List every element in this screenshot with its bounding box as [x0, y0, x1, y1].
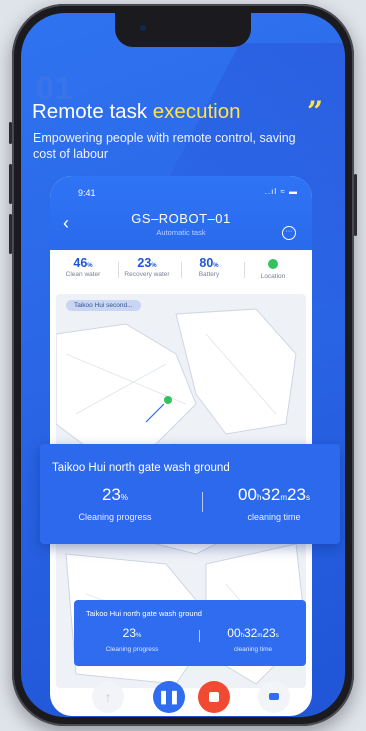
arrow-up-icon[interactable]: ↑ [92, 681, 124, 713]
divider [118, 262, 119, 278]
stat-battery: 80% Battery [186, 256, 232, 278]
hero-title: Remote task execution [32, 100, 241, 124]
hero-title-highlight: execution [152, 100, 241, 123]
stat-label: Location [260, 273, 286, 280]
robot-position-marker [164, 396, 172, 404]
cleaning-time-value: 00h32m23s [208, 485, 340, 505]
stat-label: Battery [198, 271, 220, 278]
stat-recovery-water: 23% Recovery water [124, 256, 170, 278]
stop-square [209, 691, 219, 702]
app-header: 9:41 ..ıl ≈ ▬ ‹ GS–ROBOT–01 Automatic ta… [50, 176, 312, 250]
task-title: Taikoo Hui north gate wash ground [52, 462, 230, 474]
front-camera [140, 25, 146, 31]
cleaning-progress-value: 23% [74, 626, 190, 640]
time-seconds-unit: s [275, 633, 279, 639]
stat-value: 23 [137, 256, 152, 270]
camera-icon[interactable] [258, 681, 290, 713]
robot-stats: 46% Clean water 23% Recovery water 80% B… [50, 252, 312, 290]
time-seconds: 23 [287, 485, 306, 504]
phone-volume-up-button [9, 164, 12, 204]
time-hours: 00 [227, 626, 241, 640]
time-seconds-unit: s [305, 493, 310, 502]
status-time: 9:41 [78, 188, 96, 198]
time-minutes-unit: m [280, 493, 288, 502]
map-room [56, 323, 197, 455]
status-icons: ..ıl ≈ ▬ [264, 187, 298, 196]
cleaning-progress-label: Cleaning progress [105, 646, 159, 653]
pause-icon[interactable]: ❚❚ [153, 681, 185, 713]
time-minutes: 32 [261, 485, 281, 504]
map-room [175, 308, 297, 435]
phone-volume-down-button [9, 214, 12, 254]
task-card-large: Taikoo Hui north gate wash ground 23% Cl… [40, 444, 340, 544]
stat-value: 80 [199, 256, 214, 270]
location-chip[interactable]: Taikoo Hui second... [66, 300, 141, 311]
divider [181, 262, 182, 278]
location-chip-label: Taikoo Hui second... [74, 302, 133, 309]
task-card-small: Taikoo Hui north gate wash ground 23% Cl… [74, 600, 306, 666]
quote-icon: ” [307, 95, 324, 128]
stat-unit: % [213, 263, 219, 269]
phone-notch [115, 13, 251, 47]
hero-title-main: Remote task [32, 100, 148, 123]
cleaning-time-value: 00h32m23s [200, 626, 306, 640]
stat-location[interactable]: Location [250, 256, 296, 280]
stat-value: 46 [73, 256, 88, 270]
camera-body [269, 693, 279, 701]
progress-unit: % [120, 493, 129, 502]
hero-subtitle: Empowering people with remote control, s… [33, 131, 296, 161]
stat-unit: % [87, 263, 93, 269]
stat-clean-water: 46% Clean water [60, 256, 106, 278]
more-icon[interactable]: ··· [282, 226, 296, 240]
robot-name: GS–ROBOT–01 [131, 211, 231, 226]
time-minutes: 32 [243, 626, 258, 640]
cleaning-progress-label: Cleaning progress [78, 512, 152, 522]
stat-unit: % [151, 263, 157, 269]
time-seconds: 23 [262, 626, 276, 640]
location-pin-icon [268, 259, 278, 269]
stat-label: Recovery water [124, 271, 170, 278]
phone-power-button [354, 174, 357, 236]
stat-label: Clean water [65, 271, 101, 278]
progress-number: 23 [101, 485, 121, 504]
progress-number: 23 [122, 626, 136, 640]
stop-icon[interactable] [198, 681, 230, 713]
cleaning-progress-value: 23% [40, 485, 190, 505]
divider [244, 262, 245, 278]
task-title: Taikoo Hui north gate wash ground [86, 609, 202, 618]
progress-unit: % [136, 633, 142, 639]
phone-side-button [9, 122, 12, 144]
cleaning-time-label: cleaning time [233, 646, 273, 653]
divider [202, 492, 203, 512]
robot-mode: Automatic task [156, 228, 206, 237]
time-hours: 00 [238, 485, 257, 504]
cleaning-time-label: cleaning time [247, 512, 301, 522]
